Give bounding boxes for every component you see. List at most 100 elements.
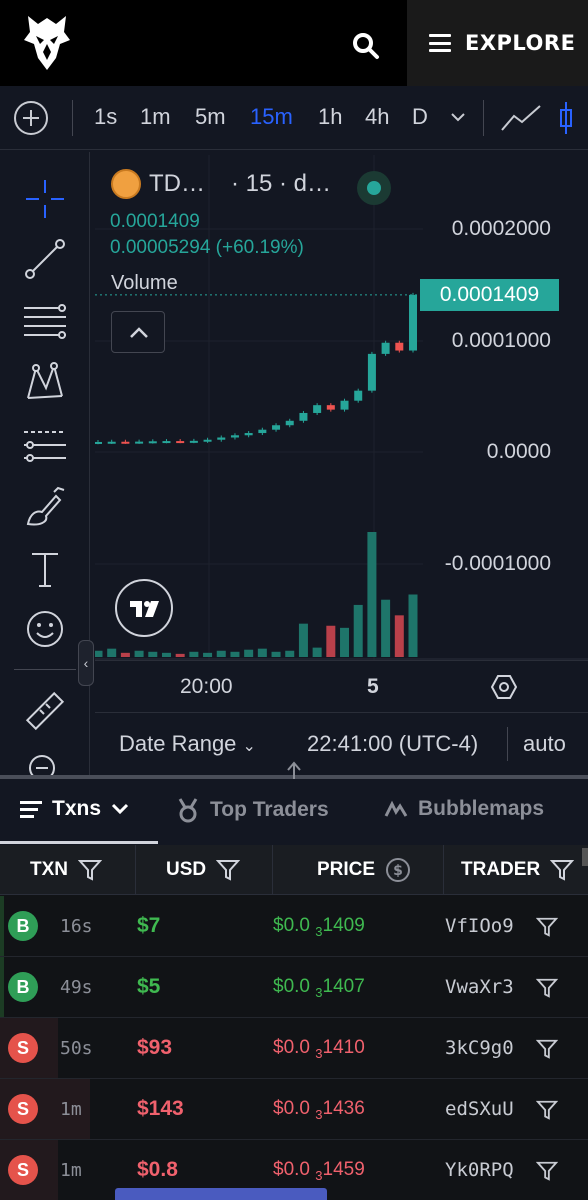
interval-4h[interactable]: 4h bbox=[365, 104, 389, 130]
volume-bar bbox=[271, 651, 281, 657]
trader-address[interactable]: edSXuU bbox=[445, 1098, 514, 1120]
dollar-circle-icon[interactable]: $ bbox=[385, 857, 411, 883]
collapse-drawbar-button[interactable]: ‹ bbox=[78, 640, 94, 686]
date-range-button[interactable]: Date Range ⌄ bbox=[119, 731, 256, 757]
trader-address[interactable]: VfIOo9 bbox=[445, 915, 514, 937]
filter-icon[interactable] bbox=[550, 859, 575, 881]
volume-bar bbox=[203, 652, 213, 657]
interval-d[interactable]: D bbox=[412, 104, 428, 130]
interval-1h[interactable]: 1h bbox=[318, 104, 342, 130]
filter-icon[interactable] bbox=[216, 859, 241, 881]
tab-top-traders[interactable]: Top Traders bbox=[176, 797, 329, 823]
volume-bar bbox=[95, 650, 103, 657]
txn-type-badge: S bbox=[8, 1033, 38, 1063]
xabcd-pattern-icon[interactable] bbox=[22, 358, 68, 404]
column-header-price[interactable]: PRICE $ bbox=[317, 845, 411, 895]
volume-bar bbox=[148, 651, 158, 657]
trader-address[interactable]: VwaXr3 bbox=[445, 976, 514, 998]
interval-15m[interactable]: 15m bbox=[250, 104, 293, 130]
candle bbox=[203, 439, 212, 442]
candlestick-chart-type-icon[interactable] bbox=[558, 100, 582, 136]
eagle-logo-icon[interactable] bbox=[22, 14, 72, 72]
search-icon[interactable] bbox=[350, 30, 382, 62]
explore-menu-button[interactable]: EXPLORE bbox=[407, 0, 588, 86]
tradingview-logo-icon[interactable] bbox=[115, 579, 173, 637]
filter-icon[interactable] bbox=[536, 1099, 558, 1121]
interval-5m[interactable]: 5m bbox=[195, 104, 226, 130]
time-axis[interactable]: 20:00 5 bbox=[95, 660, 588, 712]
volume-bar bbox=[230, 651, 240, 657]
table-row[interactable]: B 49s $5 $0.0 31407 VwaXr3 bbox=[0, 957, 588, 1018]
compare-symbol-plus-icon[interactable] bbox=[14, 101, 48, 135]
candle bbox=[121, 441, 130, 444]
chart-pane[interactable]: TD… · 15 · d… 0.0001409 0.00005294 (+60.… bbox=[95, 155, 588, 775]
filter-icon[interactable] bbox=[536, 916, 558, 938]
zoom-in-icon[interactable] bbox=[22, 748, 68, 776]
column-header-usd[interactable]: USD bbox=[166, 845, 241, 895]
settings-hexagon-icon[interactable] bbox=[491, 674, 517, 700]
price-tick: 0.0000 bbox=[486, 440, 551, 463]
txn-age: 49s bbox=[60, 977, 93, 998]
table-row[interactable]: B 16s $7 $0.0 31409 VfIOo9 bbox=[0, 896, 588, 957]
candle bbox=[162, 441, 171, 444]
txn-usd: $0.8 bbox=[137, 1158, 178, 1181]
candle bbox=[107, 441, 116, 444]
txn-usd: $7 bbox=[137, 914, 161, 937]
column-header-trader[interactable]: TRADER bbox=[461, 845, 575, 895]
brush-icon[interactable] bbox=[22, 484, 68, 530]
txn-price: $0.0 31410 bbox=[273, 1037, 365, 1061]
trader-address[interactable]: 3kC9g0 bbox=[445, 1037, 514, 1059]
crosshair-icon[interactable] bbox=[22, 176, 68, 222]
chevron-down-icon[interactable] bbox=[450, 110, 466, 124]
filter-icon[interactable] bbox=[536, 1038, 558, 1060]
medal-icon bbox=[178, 798, 198, 823]
tab-bubblemaps[interactable]: Bubblemaps bbox=[384, 797, 544, 821]
ohlc-change: 0.00005294 (+60.19%) bbox=[110, 237, 304, 258]
collapse-legend-button[interactable] bbox=[111, 311, 165, 353]
interval-1m[interactable]: 1m bbox=[140, 104, 171, 130]
chart-toolbar: 1s 1m 5m 15m 1h 4h D bbox=[0, 86, 588, 150]
symbol-name[interactable]: TD… bbox=[149, 170, 205, 198]
volume-bar bbox=[367, 532, 377, 657]
chart-bottom-strip: Date Range ⌄ 22:41:00 (UTC-4) auto bbox=[95, 712, 588, 775]
candle bbox=[395, 342, 404, 351]
table-scrollbar[interactable] bbox=[582, 848, 588, 866]
fib-retracement-icon[interactable] bbox=[22, 298, 68, 344]
candle bbox=[135, 441, 144, 444]
trader-address[interactable]: Yk0RPQ bbox=[445, 1159, 514, 1181]
auto-scale-toggle[interactable]: auto bbox=[523, 731, 566, 757]
forecast-icon[interactable] bbox=[22, 422, 68, 468]
txn-type-badge: S bbox=[8, 1155, 38, 1185]
volume-bar bbox=[216, 650, 226, 657]
txn-age: 16s bbox=[60, 916, 93, 937]
price-tail: 1459 bbox=[322, 1159, 365, 1180]
candle bbox=[272, 425, 281, 430]
line-chart-type-icon[interactable] bbox=[500, 102, 542, 134]
candle bbox=[299, 412, 308, 421]
interval-1s[interactable]: 1s bbox=[94, 104, 117, 130]
price-prefix: $0.0 bbox=[273, 1159, 310, 1180]
price-tick: 0.0002000 bbox=[451, 217, 551, 240]
table-row[interactable]: S 50s $93 $0.0 31410 3kC9g0 bbox=[0, 1018, 588, 1079]
filter-icon[interactable] bbox=[78, 859, 102, 881]
drawing-toolbar bbox=[0, 152, 90, 776]
chart-clock[interactable]: 22:41:00 (UTC-4) bbox=[307, 731, 478, 757]
emoji-icon[interactable] bbox=[22, 606, 68, 652]
column-header-txn[interactable]: TXN bbox=[30, 845, 102, 895]
ruler-measure-icon[interactable] bbox=[22, 688, 68, 734]
explore-label: EXPLORE bbox=[465, 31, 576, 55]
horizontal-scrollbar[interactable] bbox=[115, 1188, 327, 1200]
table-row[interactable]: S 1m $143 $0.0 31436 edSXuU bbox=[0, 1079, 588, 1140]
column-divider bbox=[272, 845, 273, 895]
filter-icon[interactable] bbox=[536, 977, 558, 999]
text-tool-icon[interactable] bbox=[22, 546, 68, 592]
last-price-label: 0.0001409 bbox=[420, 279, 559, 311]
market-status-indicator[interactable] bbox=[357, 171, 391, 205]
volume-bar bbox=[120, 652, 130, 657]
filter-icon[interactable] bbox=[536, 1160, 558, 1182]
candle bbox=[258, 429, 267, 434]
tab-txns[interactable]: Txns bbox=[20, 797, 129, 821]
transactions-table: TXN USD PRICE $ TRADER B 16s $7 $0.0 314… bbox=[0, 845, 588, 1200]
trend-line-icon[interactable] bbox=[22, 236, 68, 282]
column-header-label: TXN bbox=[30, 859, 68, 880]
